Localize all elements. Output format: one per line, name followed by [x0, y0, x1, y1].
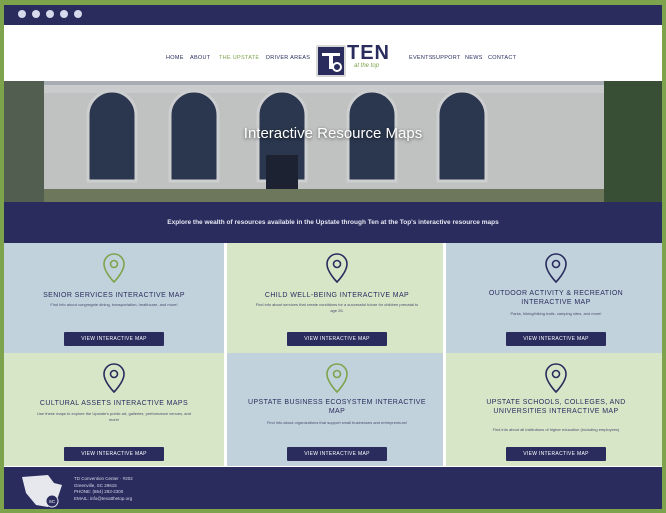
card-title: OUTDOOR ACTIVITY & RECREATION INTERACTIV… — [488, 290, 624, 306]
map-pin-icon — [545, 253, 567, 283]
view-map-button[interactable]: VIEW INTERACTIVE MAP — [64, 332, 164, 346]
page-title: Interactive Resource Maps — [243, 125, 423, 142]
hero-banner: Interactive Resource Maps — [4, 81, 662, 202]
map-pin-icon — [103, 253, 125, 283]
intro-banner: Explore the wealth of resources availabl… — [4, 202, 662, 243]
card-title: SENIOR SERVICES INTERACTIVE MAP — [43, 292, 185, 299]
youtube-icon[interactable] — [60, 10, 68, 18]
card-description: Parks, hiking/biking trails, camping sit… — [510, 311, 602, 316]
map-card-outdoor-activity: OUTDOOR ACTIVITY & RECREATION INTERACTIV… — [446, 243, 662, 356]
map-card-business-ecosystem: UPSTATE BUSINESS ECOSYSTEM INTERACTIVE M… — [227, 353, 443, 466]
nav-about[interactable]: ABOUT — [190, 55, 210, 61]
card-description: Find info about services that create con… — [255, 302, 419, 313]
social-bar — [4, 5, 662, 25]
map-pin-icon — [103, 363, 125, 393]
card-description: Find info about all institutions of high… — [492, 427, 620, 432]
card-title: CHILD WELL-BEING INTERACTIVE MAP — [264, 292, 410, 299]
footer-state-logo: SC — [22, 475, 62, 508]
logo-mark — [316, 45, 346, 77]
map-card-senior-services: SENIOR SERVICES INTERACTIVE MAP Find inf… — [4, 243, 224, 356]
nav-contact[interactable]: CONTACT — [488, 55, 516, 61]
footer: SC TD Convention Center · #202 Greenvill… — [4, 467, 662, 509]
nav-the-upstate[interactable]: THE UPSTATE — [219, 55, 259, 61]
map-card-schools-colleges: UPSTATE SCHOOLS, COLLEGES, AND UNIVERSIT… — [446, 353, 662, 466]
page-frame: HOME ABOUT THE UPSTATE DRIVER AREAS TEN … — [0, 0, 666, 513]
card-title: CULTURAL ASSETS INTERACTIVE MAPS — [39, 400, 189, 407]
facebook-icon[interactable] — [18, 10, 26, 18]
card-description: Use these maps to explore the Upstate's … — [37, 411, 191, 422]
instagram-icon[interactable] — [46, 10, 54, 18]
view-map-button[interactable]: VIEW INTERACTIVE MAP — [506, 447, 606, 461]
card-description: Find info about congregate dining, trans… — [50, 302, 178, 307]
footer-badge: SC — [49, 499, 56, 504]
view-map-button[interactable]: VIEW INTERACTIVE MAP — [506, 332, 606, 346]
map-pin-icon — [545, 363, 567, 393]
view-map-button[interactable]: VIEW INTERACTIVE MAP — [287, 332, 387, 346]
nav-events[interactable]: EVENTS — [409, 55, 433, 61]
footer-address: TD Convention Center · #202 Greenville, … — [74, 476, 274, 502]
main-navigation: HOME ABOUT THE UPSTATE DRIVER AREAS TEN … — [4, 25, 662, 81]
logo-text: TEN — [347, 42, 390, 64]
intro-text: Explore the wealth of resources availabl… — [167, 219, 499, 226]
card-title: UPSTATE SCHOOLS, COLLEGES, AND UNIVERSIT… — [486, 399, 626, 415]
logo-tagline: at the top — [354, 63, 380, 69]
nav-driver-areas[interactable]: DRIVER AREAS — [266, 55, 310, 61]
twitter-icon[interactable] — [32, 10, 40, 18]
linkedin-icon[interactable] — [74, 10, 82, 18]
map-card-child-well-being: CHILD WELL-BEING INTERACTIVE MAP Find in… — [227, 243, 443, 356]
card-description: Find info about organizations that suppo… — [266, 420, 408, 425]
footer-email[interactable]: EMAIL: info@tenatthetop.org — [74, 496, 274, 503]
map-pin-icon — [326, 253, 348, 283]
nav-support[interactable]: SUPPORT — [432, 55, 461, 61]
card-title: UPSTATE BUSINESS ECOSYSTEM INTERACTIVE M… — [248, 399, 426, 415]
nav-home[interactable]: HOME — [166, 55, 184, 61]
nav-news[interactable]: NEWS — [465, 55, 483, 61]
site-logo[interactable]: TEN at the top — [316, 42, 406, 77]
view-map-button[interactable]: VIEW INTERACTIVE MAP — [287, 447, 387, 461]
map-card-cultural-assets: CULTURAL ASSETS INTERACTIVE MAPS Use the… — [4, 353, 224, 466]
view-map-button[interactable]: VIEW INTERACTIVE MAP — [64, 447, 164, 461]
map-pin-icon — [326, 363, 348, 393]
